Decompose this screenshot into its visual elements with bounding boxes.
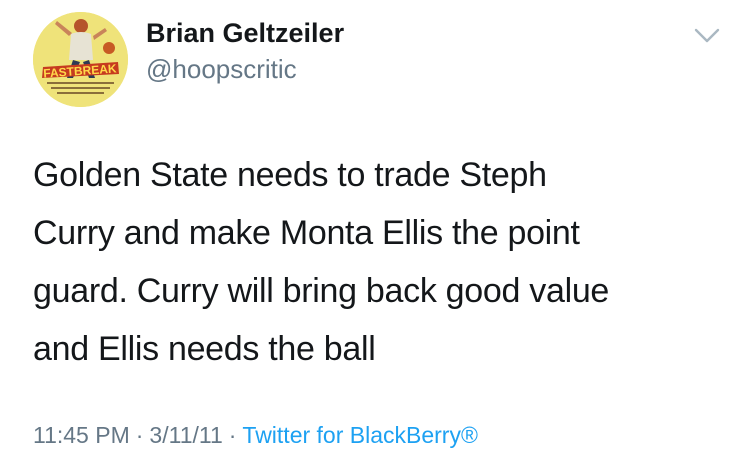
- tweet-card: FASTBREAK Brian Geltzeiler @hoopscritic …: [0, 0, 750, 455]
- separator-dot: ·: [228, 422, 237, 448]
- chevron-down-icon[interactable]: [690, 20, 724, 50]
- display-name[interactable]: Brian Geltzeiler: [146, 17, 344, 49]
- user-handle[interactable]: @hoopscritic: [146, 53, 297, 85]
- avatar[interactable]: FASTBREAK: [33, 12, 128, 107]
- tweet-text-line: guard. Curry will bring back good value: [33, 272, 610, 310]
- tweet-metadata: 11:45 PM · 3/11/11 · Twitter for BlackBerry®: [33, 420, 478, 450]
- fastbreak-poster-image: FASTBREAK: [33, 12, 128, 107]
- tweet-time[interactable]: 11:45 PM: [33, 422, 130, 448]
- tweet-source-link[interactable]: Twitter for BlackBerry®: [242, 422, 478, 448]
- tweet-text-line: Golden State needs to trade Steph: [33, 156, 547, 194]
- tweet-text: Golden State needs to trade Steph Curry …: [33, 146, 733, 378]
- tweet-date[interactable]: 3/11/11: [149, 422, 222, 448]
- tweet-text-line: and Ellis needs the ball: [33, 330, 376, 368]
- tweet-text-line: Curry and make Monta Ellis the point: [33, 214, 580, 252]
- separator-dot: ·: [135, 422, 144, 448]
